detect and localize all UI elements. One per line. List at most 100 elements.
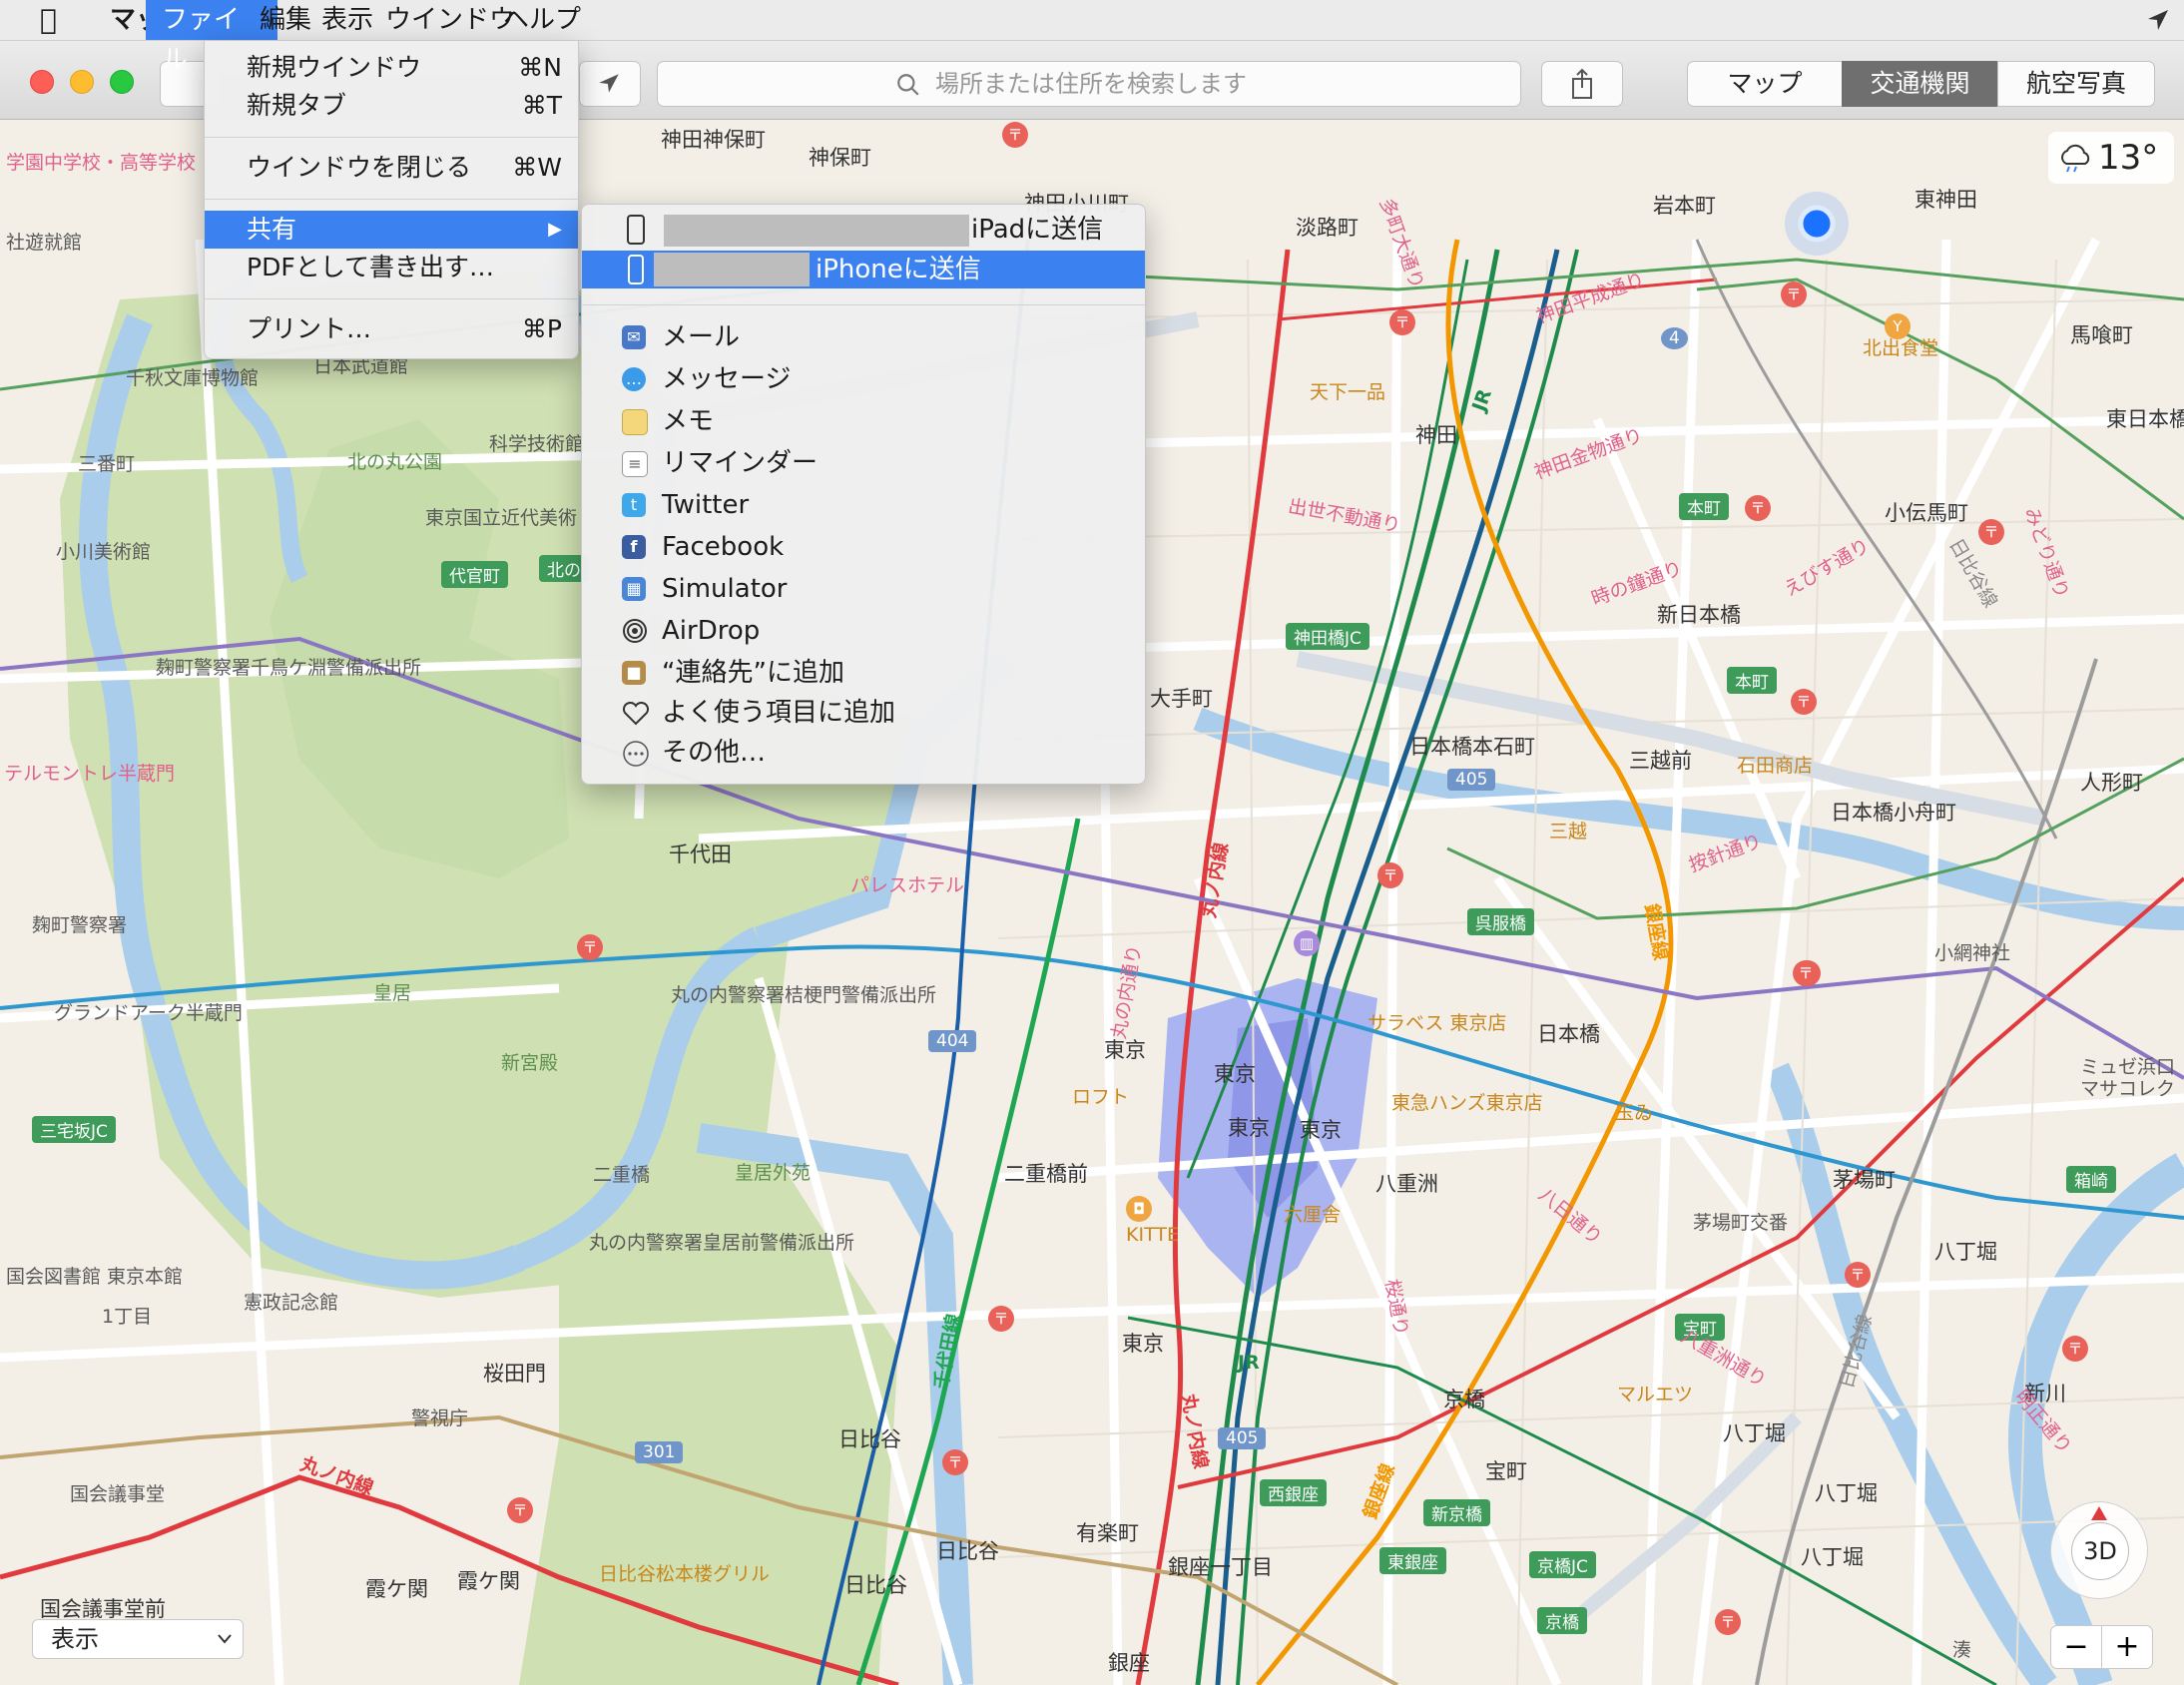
label-tokyo-3: 東京 — [1228, 1116, 1270, 1140]
label-minato: 湊 — [1952, 1639, 1972, 1661]
compass-control[interactable]: 3D — [2050, 1501, 2148, 1599]
zoom-in-button[interactable]: + — [2101, 1625, 2153, 1669]
segment-transit[interactable]: 交通機関 — [1842, 61, 1998, 107]
label-marunouchi-kikyo: 丸の内警察署桔梗門警備派出所 — [671, 984, 937, 1006]
share-item-simulator[interactable]: ▦ Simulator — [582, 570, 1145, 608]
3d-button[interactable]: 3D — [2071, 1522, 2129, 1580]
share-item-twitter[interactable]: t Twitter — [582, 486, 1145, 524]
shield-shinkyobashi: 新京橋 — [1423, 1499, 1490, 1526]
label-iwamotocho: 岩本町 — [1653, 194, 1716, 218]
share-item-notes[interactable]: メモ — [582, 402, 1145, 440]
current-location-button[interactable] — [579, 61, 641, 107]
segment-map[interactable]: マップ — [1687, 61, 1843, 107]
line-jr-2: JR — [1238, 1352, 1260, 1374]
label-otemachi: 大手町 — [1150, 687, 1213, 711]
label-hanzomon: テルモントレ半蔵門 — [4, 763, 176, 785]
label-loft: ロフト — [1072, 1086, 1130, 1108]
label-shinkyuden: 新宮殿 — [501, 1052, 559, 1074]
post-office-icon: 〒 — [1793, 960, 1819, 986]
post-office-icon: 〒 — [1781, 281, 1807, 307]
label-shayukan: 社遊就館 — [6, 232, 83, 254]
display-select[interactable]: 表示 — [32, 1619, 244, 1659]
label-ningyocho: 人形町 — [2080, 771, 2143, 795]
share-item-iphone[interactable]: iPhoneに送信 — [582, 251, 1145, 288]
label-itchome: 1丁目 — [102, 1306, 153, 1328]
reminders-icon: ≡ — [622, 451, 648, 477]
messages-icon: … — [622, 367, 646, 391]
label-takaracho: 宝町 — [1485, 1459, 1527, 1483]
menu-item-close-window[interactable]: ウインドウを閉じる ⌘W — [205, 149, 578, 187]
search-icon — [897, 74, 919, 96]
share-item-airdrop[interactable]: AirDrop — [582, 612, 1145, 650]
zoom-out-button[interactable]: − — [2050, 1625, 2102, 1669]
label-hibiya-grill: 日比谷松本楼グリル — [599, 1563, 771, 1585]
menu-help[interactable]: ヘルプ — [487, 0, 597, 40]
label-hatchobori-3: 八丁堀 — [1801, 1545, 1864, 1569]
minimize-window-button[interactable] — [70, 70, 94, 94]
shield-kandabashi-jc: 神田橋JC — [1286, 623, 1369, 650]
label-keishicho: 警視庁 — [411, 1407, 469, 1429]
share-item-mail[interactable]: ✉ メール — [582, 318, 1145, 356]
label-hibiya-3: 日比谷 — [844, 1573, 907, 1597]
redacted-device-name — [664, 215, 969, 247]
shield-honcho-2: 本町 — [1727, 667, 1777, 694]
simulator-icon: ▦ — [622, 577, 646, 601]
menu-separator — [205, 137, 578, 138]
close-window-button[interactable] — [30, 70, 54, 94]
menu-item-export-pdf[interactable]: PDFとして書き出す… — [205, 249, 578, 286]
zoom-window-button[interactable] — [110, 70, 134, 94]
label-ginza-itchome: 銀座一丁目 — [1168, 1555, 1273, 1579]
menu-item-share[interactable]: 共有 ▶ — [205, 211, 578, 249]
search-placeholder: 場所または住所を検索します — [935, 70, 1247, 98]
share-item-add-contacts[interactable]: ■ “連絡先”に追加 — [582, 654, 1145, 692]
chevron-down-icon — [218, 1634, 232, 1644]
menu-separator — [582, 304, 1145, 305]
label-nijubashimae: 二重橋前 — [1004, 1162, 1088, 1186]
menu-item-new-tab[interactable]: 新規タブ ⌘T — [205, 87, 578, 125]
label-nijubashi: 二重橋 — [593, 1164, 651, 1186]
label-higashi-kanda: 東神田 — [1914, 188, 1977, 212]
shield-kyobashi: 京橋 — [1537, 1607, 1587, 1634]
label-mitsukoshi: 三越 — [1549, 821, 1588, 842]
label-tokyo-5: 東京 — [1122, 1332, 1164, 1356]
share-item-messages[interactable]: … メッセージ — [582, 360, 1145, 398]
segment-satellite[interactable]: 航空写真 — [1997, 61, 2155, 107]
menu-separator — [205, 298, 578, 299]
label-kitte: KITTE — [1126, 1224, 1179, 1246]
share-item-reminders[interactable]: ≡ リマインダー — [582, 444, 1145, 482]
share-item-facebook[interactable]: f Facebook — [582, 528, 1145, 566]
label-chiyoda: 千代田 — [669, 842, 732, 866]
label-hatchobori-1: 八丁堀 — [1934, 1240, 1997, 1264]
display-select-label: 表示 — [51, 1625, 99, 1653]
share-item-add-favorites[interactable]: よく使う項目に追加 — [582, 694, 1145, 732]
ipad-icon — [627, 215, 645, 245]
post-office-icon: 〒 — [1978, 519, 2004, 545]
notes-icon — [622, 409, 648, 435]
label-kasumigaseki-2: 霞ケ関 — [457, 1569, 520, 1593]
route-301: 301 — [635, 1441, 684, 1463]
label-mitsukoshimae: 三越前 — [1629, 749, 1692, 773]
label-bakurocho: 馬喰町 — [2070, 323, 2133, 347]
search-field[interactable]: 場所または住所を検索します — [657, 61, 1521, 107]
post-office-icon: 〒 — [577, 934, 603, 960]
share-button[interactable] — [1541, 61, 1623, 107]
menu-item-new-window[interactable]: 新規ウインドウ ⌘N — [205, 49, 578, 87]
label-kokyogaien: 皇居外苑 — [735, 1162, 812, 1184]
shield-hakozaki: 箱崎 — [2066, 1166, 2116, 1193]
label-hatchobori-4: 八丁堀 — [1723, 1421, 1786, 1445]
post-office-icon: 〒 — [507, 1497, 533, 1523]
share-item-ipad[interactable]: iPadに送信 — [582, 211, 1145, 249]
apple-icon[interactable]:  — [24, 0, 73, 40]
label-nihonbashi: 日本橋 — [1537, 1022, 1600, 1046]
share-submenu: iPadに送信 iPhoneに送信 ✉ メール … メッセージ メモ ≡ リマインダー… — [581, 204, 1146, 785]
label-kojimachi-police: 麹町警察署千鳥ケ淵警備派出所 — [156, 657, 422, 679]
shield-nishiginza: 西銀座 — [1260, 1479, 1327, 1506]
share-item-more[interactable]: その他… — [582, 734, 1145, 772]
label-ogawa: 小川美術館 — [56, 541, 152, 563]
shopping-icon: ◘ — [1126, 1196, 1152, 1222]
menu-item-print[interactable]: プリント… ⌘P — [205, 310, 578, 348]
mail-icon: ✉ — [622, 325, 646, 349]
label-tamaya: 玉ゐ — [1615, 1102, 1654, 1124]
label-shinnihonbashi: 新日本橋 — [1657, 603, 1741, 627]
location-status-icon[interactable] — [2146, 8, 2170, 32]
